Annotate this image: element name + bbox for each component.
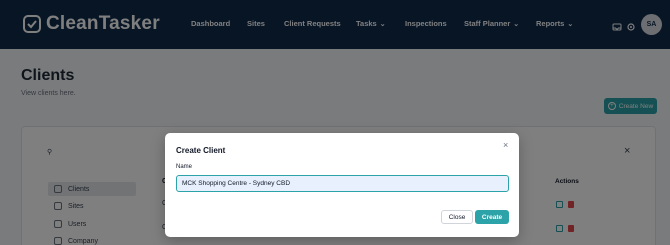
create-button[interactable]: Create [475, 210, 509, 224]
name-label: Name [176, 164, 193, 170]
client-name-input[interactable] [176, 175, 509, 192]
close-button[interactable]: Close [441, 210, 473, 224]
close-icon[interactable]: × [503, 140, 508, 150]
modal-title: Create Client [176, 146, 226, 155]
create-client-modal: Create Client × Name Close Create [165, 133, 519, 237]
